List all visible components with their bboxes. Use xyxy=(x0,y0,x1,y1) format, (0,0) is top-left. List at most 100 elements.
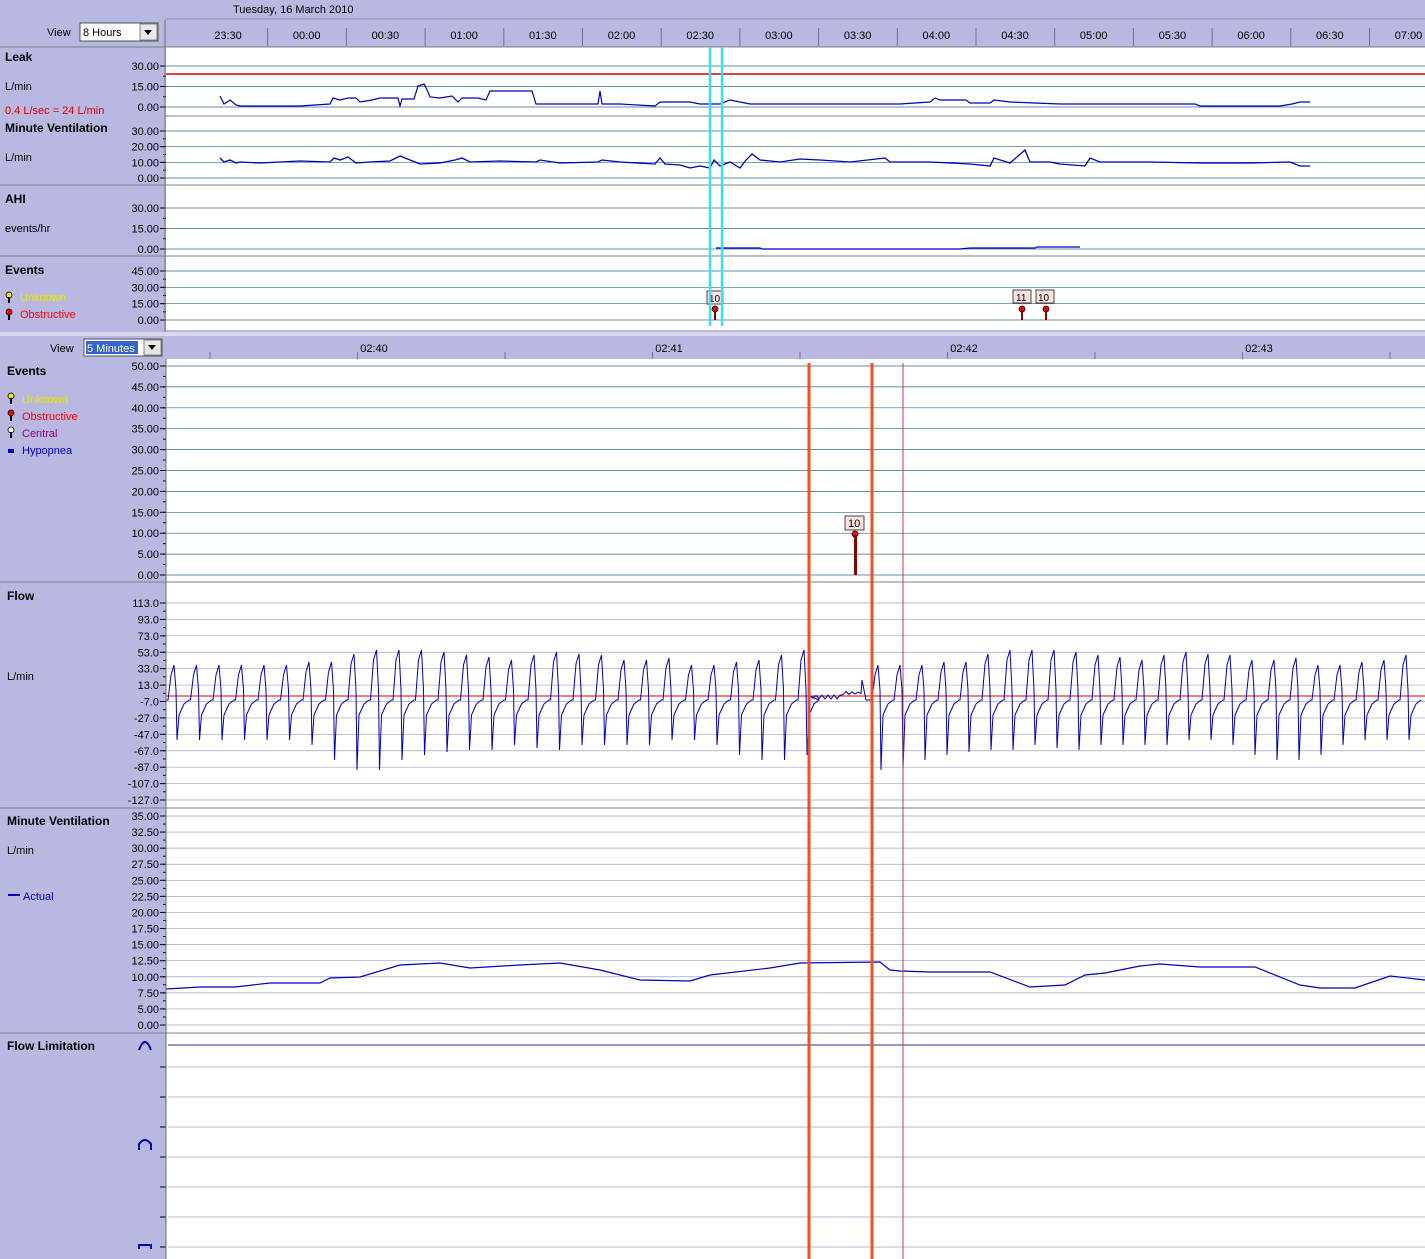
top-ahi-title: AHI xyxy=(5,192,26,206)
svg-text:Obstructive: Obstructive xyxy=(20,309,76,321)
axis-tick-label: 15.00 xyxy=(131,507,159,519)
top-view-label: View xyxy=(47,27,71,39)
axis-tick-label: 45.00 xyxy=(131,266,159,278)
axis-tick-label: -67.0 xyxy=(134,746,159,758)
axis-tick-label: 15.00 xyxy=(131,82,159,94)
svg-text:11: 11 xyxy=(1016,293,1027,304)
bottom-plot-area xyxy=(166,359,1425,1259)
axis-tick-label: 20.00 xyxy=(131,142,159,154)
top-ahi-unit: events/hr xyxy=(5,223,51,235)
axis-tick-label: 0.00 xyxy=(138,102,159,114)
time-tick-label: 02:30 xyxy=(686,30,714,42)
axis-tick-label: 53.0 xyxy=(138,647,159,659)
flow-unit: L/min xyxy=(7,671,34,683)
svg-text:10: 10 xyxy=(848,518,860,530)
axis-tick-label: 30.00 xyxy=(131,282,159,294)
axis-tick-label: 35.00 xyxy=(131,811,159,823)
axis-tick-label: 0.00 xyxy=(138,244,159,256)
axis-tick-label: 73.0 xyxy=(138,631,159,643)
time-tick-label: 04:00 xyxy=(923,30,951,42)
axis-tick-label: -27.0 xyxy=(134,713,159,725)
time-tick-label: 23:30 xyxy=(214,30,242,42)
axis-tick-label: 93.0 xyxy=(138,614,159,626)
axis-tick-label: -47.0 xyxy=(134,729,159,741)
session-date: Tuesday, 16 March 2010 xyxy=(233,4,353,16)
axis-tick-label: 5.00 xyxy=(138,549,159,561)
axis-tick-label: 40.00 xyxy=(131,403,159,415)
time-tick-label: 04:30 xyxy=(1001,30,1029,42)
time-tick-label: 00:30 xyxy=(372,30,400,42)
axis-tick-label: 27.50 xyxy=(131,859,159,871)
axis-tick-label: 20.00 xyxy=(131,907,159,919)
time-tick-label: 02:00 xyxy=(608,30,636,42)
axis-tick-label: 17.50 xyxy=(131,924,159,936)
time-tick-label: 06:00 xyxy=(1237,30,1265,42)
axis-tick-label: 15.00 xyxy=(131,299,159,311)
time-tick-label: 05:30 xyxy=(1159,30,1187,42)
axis-tick-label: 10.00 xyxy=(131,157,159,169)
time-tick-label: 01:30 xyxy=(529,30,557,42)
time-tick-label: 02:40 xyxy=(360,343,388,355)
time-tick-label: 02:42 xyxy=(950,343,978,355)
axis-tick-label: 30.00 xyxy=(131,61,159,73)
axis-tick-label: 22.50 xyxy=(131,891,159,903)
axis-tick-label: -7.0 xyxy=(140,697,159,709)
axis-tick-label: 30.00 xyxy=(131,203,159,215)
bottom-mv-unit: L/min xyxy=(7,845,34,857)
axis-tick-label: 13.0 xyxy=(138,680,159,692)
axis-tick-label: 33.0 xyxy=(138,664,159,676)
time-tick-label: 00:00 xyxy=(293,30,321,42)
axis-tick-label: 20.00 xyxy=(131,486,159,498)
time-tick-label: 05:00 xyxy=(1080,30,1108,42)
bottom-view-select[interactable]: 5 Minutes xyxy=(83,338,163,357)
time-tick-label: 03:30 xyxy=(844,30,872,42)
time-tick-label: 06:30 xyxy=(1316,30,1344,42)
axis-tick-label: 0.00 xyxy=(138,1020,159,1032)
bottom-view-label: View xyxy=(50,343,74,355)
svg-text:Unknown: Unknown xyxy=(22,394,68,406)
svg-text:Hypopnea: Hypopnea xyxy=(22,445,73,457)
axis-tick-label: 0.00 xyxy=(138,173,159,185)
top-view-select[interactable]: 8 Hours xyxy=(79,22,159,42)
axis-tick-label: 15.00 xyxy=(131,224,159,236)
axis-tick-label: 30.00 xyxy=(131,445,159,457)
axis-tick-label: 30.00 xyxy=(131,126,159,138)
svg-text:Unknown: Unknown xyxy=(20,292,66,304)
top-mv-unit: L/min xyxy=(5,152,32,164)
svg-text:Obstructive: Obstructive xyxy=(22,411,78,423)
axis-tick-label: 0.00 xyxy=(138,315,159,327)
axis-tick-label: -127.0 xyxy=(128,795,159,807)
axis-tick-label: 32.50 xyxy=(131,827,159,839)
svg-text:10: 10 xyxy=(1038,293,1050,304)
axis-tick-label: 30.00 xyxy=(131,843,159,855)
axis-tick-label: 15.00 xyxy=(131,940,159,952)
time-tick-label: 03:00 xyxy=(765,30,793,42)
flow-title: Flow xyxy=(7,589,35,603)
top-view-select-value: 8 Hours xyxy=(83,27,122,39)
top-leak-threshold-note: 0.4 L/sec = 24 L/min xyxy=(5,105,104,117)
flow-limitation-title: Flow Limitation xyxy=(7,1039,95,1053)
top-leak-unit: L/min xyxy=(5,81,32,93)
bottom-events-title: Events xyxy=(7,364,47,378)
axis-tick-label: 25.00 xyxy=(131,466,159,478)
cpap-analysis-screen: View 8 Hours Tuesday, 16 March 2010 23:3… xyxy=(0,0,1425,1259)
axis-tick-label: 10.00 xyxy=(131,972,159,984)
axis-tick-label: 35.00 xyxy=(131,424,159,436)
bottom-view-select-value: 5 Minutes xyxy=(87,343,135,355)
time-tick-label: 07:00 xyxy=(1395,30,1423,42)
top-mv-title: Minute Ventilation xyxy=(5,121,108,135)
axis-tick-label: 113.0 xyxy=(132,598,159,610)
axis-tick-label: 50.00 xyxy=(131,361,159,373)
bottom-mv-title: Minute Ventilation xyxy=(7,814,110,828)
axis-tick-label: -87.0 xyxy=(134,762,159,774)
axis-tick-label: 0.00 xyxy=(138,570,159,582)
svg-text:Central: Central xyxy=(22,428,57,440)
svg-text:Actual: Actual xyxy=(23,891,54,903)
axis-tick-label: -107.0 xyxy=(128,779,159,791)
top-leak-title: Leak xyxy=(5,50,33,64)
axis-tick-label: 12.50 xyxy=(131,956,159,968)
time-tick-label: 02:41 xyxy=(655,343,683,355)
axis-tick-label: 5.00 xyxy=(138,1004,159,1016)
axis-tick-label: 45.00 xyxy=(131,382,159,394)
time-tick-label: 01:00 xyxy=(450,30,478,42)
